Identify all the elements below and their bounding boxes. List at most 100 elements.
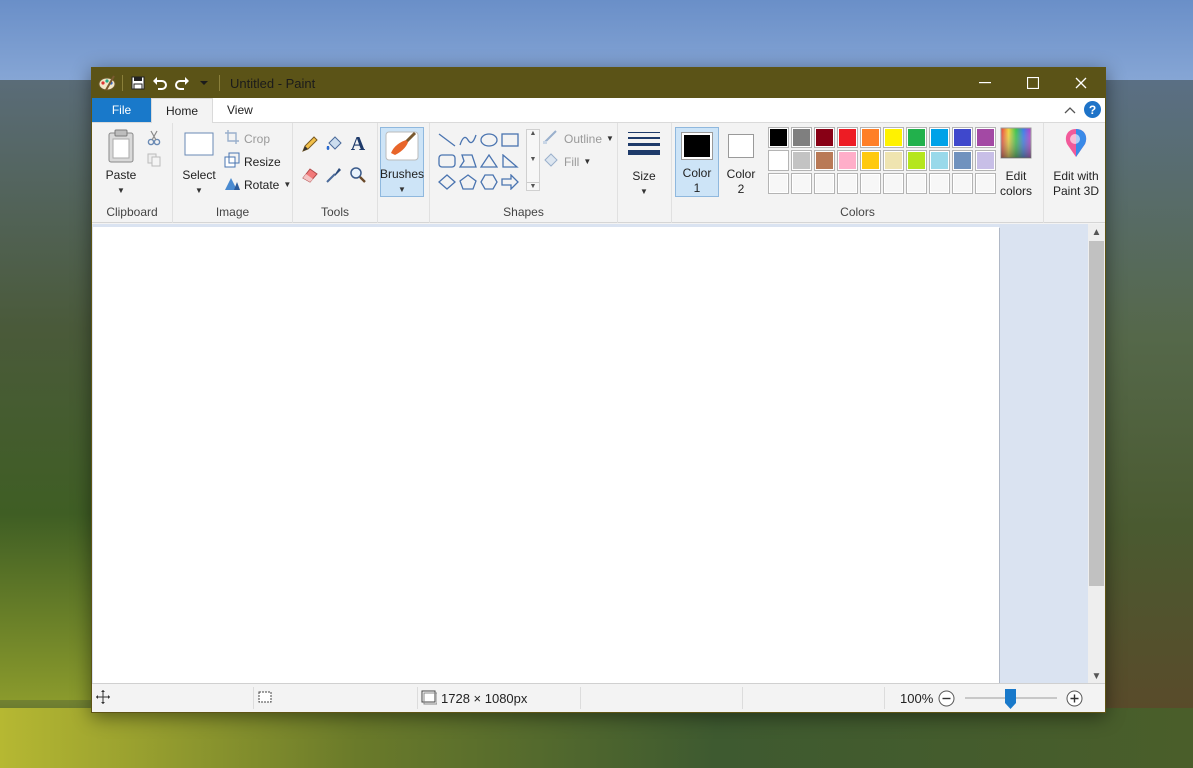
select-button[interactable]: Select ▼ — [179, 129, 219, 198]
text-tool-icon[interactable]: A — [347, 133, 369, 155]
palette-color-swatch[interactable] — [952, 150, 973, 171]
palette-empty-swatch[interactable] — [952, 173, 973, 194]
hexagon-shape-icon[interactable] — [478, 171, 499, 192]
shapes-scroll-up-icon[interactable]: ▲ — [530, 130, 537, 137]
fill-button[interactable]: Fill ▼ — [542, 152, 591, 171]
magnifier-icon[interactable] — [347, 164, 369, 186]
shapes-scroll-down-icon[interactable]: ▼ — [530, 156, 537, 163]
image-size-cell: 1728 × 1080px — [421, 684, 527, 712]
palette-color-swatch[interactable] — [952, 127, 973, 148]
cut-icon[interactable] — [143, 127, 165, 149]
rounded-rectangle-shape-icon[interactable] — [436, 150, 457, 171]
palette-empty-swatch[interactable] — [975, 173, 996, 194]
pencil-icon[interactable] — [299, 133, 321, 155]
palette-color-swatch[interactable] — [791, 127, 812, 148]
palette-empty-swatch[interactable] — [929, 173, 950, 194]
palette-empty-swatch[interactable] — [860, 173, 881, 194]
palette-color-swatch[interactable] — [837, 150, 858, 171]
customize-qat-chevron-down-icon[interactable] — [193, 72, 215, 94]
clipboard-group: Paste ▼ Clipboard — [92, 123, 173, 223]
close-button[interactable] — [1057, 68, 1105, 98]
palette-color-swatch[interactable] — [837, 127, 858, 148]
undo-icon[interactable] — [149, 72, 171, 94]
size-chevron-down-icon: ▼ — [640, 187, 648, 196]
palette-empty-swatch[interactable] — [791, 173, 812, 194]
polygon-shape-icon[interactable] — [457, 150, 478, 171]
triangle-shape-icon[interactable] — [478, 150, 499, 171]
size-button[interactable]: Size ▼ — [624, 129, 664, 199]
curve-shape-icon[interactable] — [457, 129, 478, 150]
diamond-shape-icon[interactable] — [436, 171, 457, 192]
paste-button[interactable]: Paste ▼ — [100, 129, 142, 198]
resize-button[interactable]: Resize — [224, 152, 281, 171]
palette-color-swatch[interactable] — [883, 127, 904, 148]
color-palette-area — [762, 123, 997, 203]
palette-color-swatch[interactable] — [791, 150, 812, 171]
desktop-background-field — [0, 708, 1193, 768]
tab-view[interactable]: View — [213, 98, 267, 122]
collapse-ribbon-chevron-up-icon[interactable] — [1064, 103, 1076, 117]
scroll-up-icon[interactable]: ▲ — [1088, 224, 1105, 241]
crop-icon — [224, 129, 240, 148]
fill-label: Fill — [564, 154, 580, 169]
rectangle-shape-icon[interactable] — [499, 129, 520, 150]
palette-empty-swatch[interactable] — [883, 173, 904, 194]
help-icon[interactable]: ? — [1084, 101, 1101, 118]
scrollbar-thumb[interactable] — [1089, 241, 1104, 586]
brushes-group: Brushes ▼ — [378, 123, 430, 223]
right-arrow-shape-icon[interactable] — [499, 171, 520, 192]
zoom-out-button[interactable] — [938, 684, 955, 712]
palette-color-swatch[interactable] — [975, 150, 996, 171]
palette-color-swatch[interactable] — [929, 127, 950, 148]
zoom-in-button[interactable] — [1066, 684, 1083, 712]
edit-with-paint-3d-button[interactable]: Edit with Paint 3D — [1048, 127, 1104, 199]
paint-app-icon[interactable] — [96, 72, 118, 94]
palette-empty-swatch[interactable] — [814, 173, 835, 194]
palette-color-swatch[interactable] — [906, 150, 927, 171]
palette-color-swatch[interactable] — [768, 127, 789, 148]
brushes-button[interactable]: Brushes ▼ — [380, 127, 424, 197]
shapes-scrollbar[interactable]: ▲ ▼ ▼ — [526, 129, 540, 191]
redo-icon[interactable] — [171, 72, 193, 94]
outline-button[interactable]: Outline ▼ — [542, 129, 614, 148]
pentagon-shape-icon[interactable] — [457, 171, 478, 192]
color-1-button[interactable]: Color 1 — [675, 127, 719, 197]
color-picker-icon[interactable] — [323, 164, 345, 186]
fill-bucket-icon[interactable] — [323, 133, 345, 155]
palette-color-swatch[interactable] — [814, 150, 835, 171]
edit-colors-button[interactable]: Edit colors — [994, 127, 1038, 199]
rotate-button[interactable]: Rotate ▼ — [224, 175, 291, 194]
color-2-button[interactable]: Color 2 — [719, 127, 763, 197]
crop-button[interactable]: Crop — [224, 129, 270, 148]
right-triangle-shape-icon[interactable] — [499, 150, 520, 171]
palette-color-swatch[interactable] — [768, 150, 789, 171]
select-rectangle-icon — [183, 129, 215, 163]
eraser-icon[interactable] — [299, 164, 321, 186]
maximize-button[interactable] — [1009, 68, 1057, 98]
colors-group: Color 1 Color 2 Edit colors Colors — [672, 123, 1044, 223]
shapes-more-chevron-down-icon[interactable]: ▼ — [527, 182, 539, 190]
palette-color-swatch[interactable] — [906, 127, 927, 148]
image-dimensions: 1728 × 1080px — [441, 690, 528, 706]
palette-empty-swatch[interactable] — [837, 173, 858, 194]
palette-color-swatch[interactable] — [814, 127, 835, 148]
palette-color-swatch[interactable] — [975, 127, 996, 148]
tab-home[interactable]: Home — [151, 98, 214, 123]
palette-empty-swatch[interactable] — [768, 173, 789, 194]
vertical-scrollbar[interactable]: ▲ ▼ — [1088, 224, 1105, 685]
edit-colors-rainbow-icon — [1000, 127, 1032, 163]
palette-color-swatch[interactable] — [883, 150, 904, 171]
line-shape-icon[interactable] — [436, 129, 457, 150]
copy-icon[interactable] — [143, 149, 165, 171]
outline-label: Outline — [564, 131, 603, 146]
zoom-slider-thumb[interactable] — [1005, 689, 1016, 709]
tab-file[interactable]: File — [92, 98, 151, 122]
oval-shape-icon[interactable] — [478, 129, 499, 150]
save-icon[interactable] — [127, 72, 149, 94]
minimize-button[interactable] — [961, 68, 1009, 98]
palette-color-swatch[interactable] — [929, 150, 950, 171]
palette-empty-swatch[interactable] — [906, 173, 927, 194]
palette-color-swatch[interactable] — [860, 127, 881, 148]
palette-color-swatch[interactable] — [860, 150, 881, 171]
drawing-canvas[interactable] — [93, 227, 999, 685]
